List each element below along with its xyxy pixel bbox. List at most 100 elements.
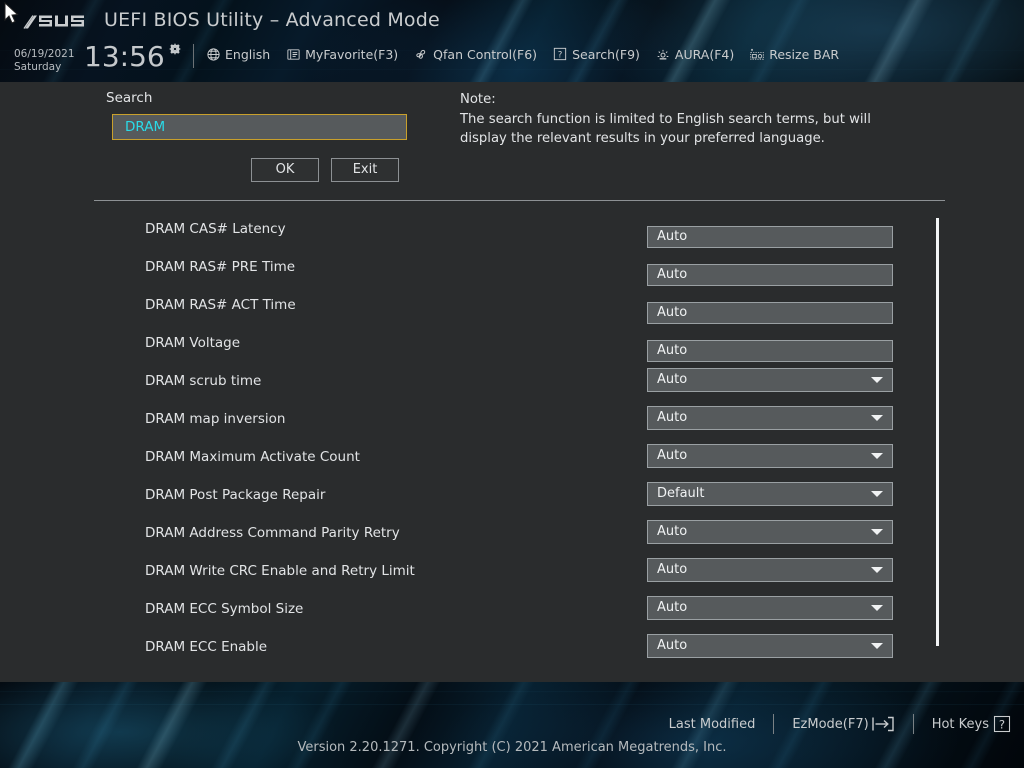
- header-item-label: Qfan Control(F6): [433, 47, 537, 62]
- header-item-label: AURA(F4): [675, 47, 734, 62]
- chevron-down-icon: [871, 491, 883, 497]
- header-item-myfavorite[interactable]: MyFavorite(F3): [285, 46, 398, 62]
- result-row-value-text: Auto: [657, 638, 687, 653]
- result-row-label: DRAM Maximum Activate Count: [145, 449, 360, 465]
- ezmode-label: EzMode(F7): [792, 717, 868, 732]
- list-icon: [285, 46, 301, 62]
- result-row-dropdown[interactable]: Auto: [647, 368, 893, 392]
- copyright-text: Version 2.20.1271. Copyright (C) 2021 Am…: [0, 740, 1024, 755]
- result-row: DRAM ECC Enable Auto: [0, 630, 1024, 668]
- result-row-value-text: Auto: [657, 267, 687, 282]
- header-item-label: Search(F9): [572, 47, 640, 62]
- weekday-value: Saturday: [14, 61, 75, 74]
- result-row-value-text: Auto: [657, 600, 687, 615]
- result-row: DRAM Maximum Activate Count Auto: [0, 440, 1024, 478]
- svg-text:?: ?: [999, 718, 1005, 732]
- header-item-search[interactable]: ? Search(F9): [552, 46, 640, 62]
- chevron-down-icon: [871, 529, 883, 535]
- result-row: DRAM CAS# Latency Auto: [0, 212, 1024, 250]
- ezmode-button[interactable]: EzMode(F7): [792, 716, 894, 732]
- result-row: DRAM ECC Symbol Size Auto: [0, 592, 1024, 630]
- exit-arrow-icon: [871, 716, 895, 732]
- chevron-down-icon: [871, 415, 883, 421]
- section-divider: [94, 200, 945, 201]
- result-row-label: DRAM ECC Symbol Size: [145, 601, 303, 617]
- footer-divider: [773, 714, 774, 734]
- result-row-label: DRAM scrub time: [145, 373, 261, 389]
- result-row-value[interactable]: Auto: [647, 340, 893, 362]
- result-row: DRAM Post Package Repair Default: [0, 478, 1024, 516]
- search-input[interactable]: [112, 114, 407, 140]
- header-item-label: Resize BAR: [769, 47, 839, 62]
- result-row-dropdown[interactable]: Auto: [647, 520, 893, 544]
- result-row-dropdown[interactable]: Default: [647, 482, 893, 506]
- header-item-label: English: [225, 47, 270, 62]
- result-row-dropdown[interactable]: Auto: [647, 444, 893, 468]
- result-row-value-text: Auto: [657, 343, 687, 358]
- result-row-dropdown[interactable]: Auto: [647, 558, 893, 582]
- header-item-qfan[interactable]: Qfan Control(F6): [413, 46, 537, 62]
- header-menu: English MyFavorite(F3): [205, 46, 854, 62]
- result-row: DRAM RAS# PRE Time Auto: [0, 250, 1024, 288]
- result-row: DRAM map inversion Auto: [0, 402, 1024, 440]
- result-row-label: DRAM CAS# Latency: [145, 221, 286, 237]
- chevron-down-icon: [871, 567, 883, 573]
- question-icon: ?: [552, 46, 568, 62]
- result-row-label: DRAM RAS# PRE Time: [145, 259, 295, 275]
- result-row: DRAM Write CRC Enable and Retry Limit Aut…: [0, 554, 1024, 592]
- asus-logo: [22, 12, 88, 32]
- header-item-language[interactable]: English: [205, 46, 270, 62]
- footer-actions: Last Modified EzMode(F7) Hot Keys ?: [669, 714, 1012, 734]
- footer-divider: [913, 714, 914, 734]
- result-row-label: DRAM Write CRC Enable and Retry Limit: [145, 563, 415, 579]
- aura-icon: [655, 46, 671, 62]
- result-row-value[interactable]: Auto: [647, 302, 893, 324]
- result-row-label: DRAM ECC Enable: [145, 639, 267, 655]
- result-row-label: DRAM Address Command Parity Retry: [145, 525, 400, 541]
- chevron-down-icon: [871, 643, 883, 649]
- search-label: Search: [106, 90, 152, 106]
- note-block: Note: The search function is limited to …: [460, 90, 890, 149]
- header-divider: [193, 44, 194, 68]
- exit-button[interactable]: Exit: [331, 158, 399, 182]
- svg-text:?: ?: [558, 50, 563, 60]
- header-item-label: MyFavorite(F3): [305, 47, 398, 62]
- header-item-aura[interactable]: AURA(F4): [655, 46, 734, 62]
- page-title: UEFI BIOS Utility – Advanced Mode: [104, 9, 440, 31]
- chevron-down-icon: [871, 605, 883, 611]
- fan-icon: [413, 46, 429, 62]
- result-row: DRAM Address Command Parity Retry Auto: [0, 516, 1024, 554]
- result-row-value-text: Auto: [657, 524, 687, 539]
- note-title: Note:: [460, 90, 890, 110]
- result-row-label: DRAM map inversion: [145, 411, 285, 427]
- result-row-value-text: Default: [657, 486, 705, 501]
- last-modified-button[interactable]: Last Modified: [669, 717, 756, 732]
- result-row: DRAM scrub time Auto: [0, 364, 1024, 402]
- results-scrollbar[interactable]: [936, 218, 939, 646]
- ok-button[interactable]: OK: [251, 158, 319, 182]
- result-row-value-text: Auto: [657, 229, 687, 244]
- question-box-icon: ?: [992, 714, 1012, 734]
- date-display: 06/19/2021 Saturday: [14, 48, 75, 73]
- hotkeys-button[interactable]: Hot Keys ?: [932, 714, 1012, 734]
- resizebar-icon: [749, 46, 765, 62]
- mouse-cursor: [4, 2, 20, 26]
- search-results-list: DRAM CAS# Latency Auto DRAM RAS# PRE Time A…: [0, 212, 1024, 672]
- result-row-dropdown[interactable]: Auto: [647, 634, 893, 658]
- chevron-down-icon: [871, 377, 883, 383]
- result-row-value[interactable]: Auto: [647, 264, 893, 286]
- date-value: 06/19/2021: [14, 48, 75, 61]
- header-item-resizebar[interactable]: Resize BAR: [749, 46, 839, 62]
- result-row-dropdown[interactable]: Auto: [647, 406, 893, 430]
- hotkeys-label: Hot Keys: [932, 717, 989, 732]
- result-row-value-text: Auto: [657, 305, 687, 320]
- result-row-label: DRAM RAS# ACT Time: [145, 297, 296, 313]
- bios-screen: UEFI BIOS Utility – Advanced Mode 06/19/…: [0, 0, 1024, 768]
- result-row-value-text: Auto: [657, 448, 687, 463]
- result-row-dropdown[interactable]: Auto: [647, 596, 893, 620]
- gear-icon[interactable]: [168, 42, 182, 56]
- result-row-label: DRAM Post Package Repair: [145, 487, 325, 503]
- result-row-value[interactable]: Auto: [647, 226, 893, 248]
- result-row: DRAM Voltage Auto: [0, 326, 1024, 364]
- result-row-label: DRAM Voltage: [145, 335, 240, 351]
